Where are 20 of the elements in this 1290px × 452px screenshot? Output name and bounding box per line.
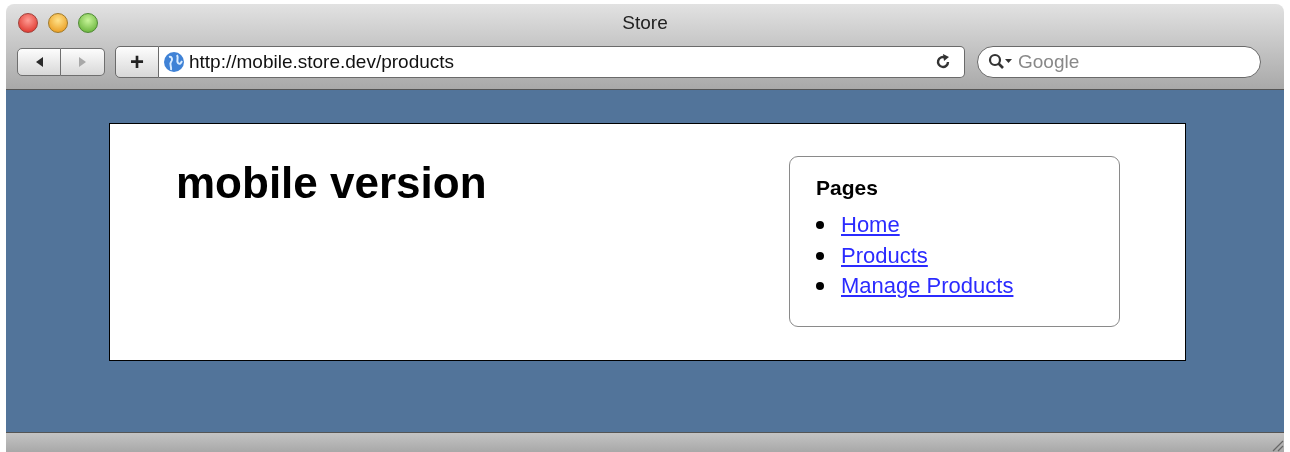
sidebar-link[interactable]: Manage Products [841, 272, 1014, 300]
bullet-icon [816, 221, 824, 229]
close-window-icon[interactable] [18, 13, 38, 33]
window-title: Store [622, 10, 668, 35]
sidebar-link[interactable]: Products [841, 241, 928, 270]
bullet-icon [816, 251, 824, 260]
add-bookmark-button[interactable]: + [115, 46, 159, 78]
search-icon [988, 53, 1014, 71]
bullet-icon [816, 282, 824, 290]
resize-grip-icon[interactable] [1270, 438, 1284, 452]
back-button[interactable] [17, 48, 61, 76]
zoom-window-icon[interactable] [78, 13, 98, 33]
sidebar-link[interactable]: Home [841, 211, 900, 239]
page-heading: mobile version [176, 161, 487, 209]
globe-icon [163, 51, 185, 73]
search-input[interactable]: Google [1018, 47, 1263, 77]
sidebar-title: Pages [816, 175, 879, 201]
minimize-window-icon[interactable] [48, 13, 68, 33]
reload-icon[interactable] [934, 53, 952, 71]
search-field[interactable]: Google [977, 46, 1261, 78]
